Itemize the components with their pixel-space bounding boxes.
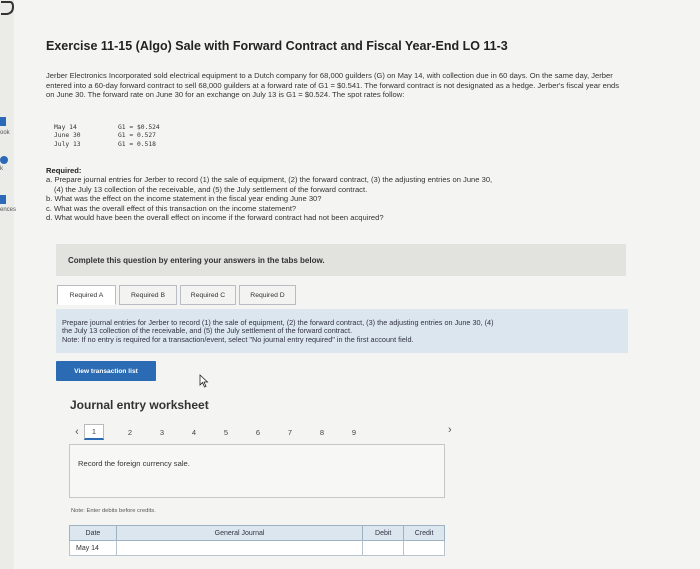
undo-arrow-icon[interactable] [0, 0, 14, 16]
record-instruction: Record the foreign currency sale. [78, 459, 190, 468]
page-title: Exercise 11-15 (Algo) Sale with Forward … [46, 39, 508, 53]
spot-rates-table: May 14 G1 = $0.524 June 30 G1 = 0.527 Ju… [54, 124, 160, 149]
required-b: b. What was the effect on the income sta… [46, 194, 322, 204]
worksheet-pager: ‹ 1 2 3 4 5 6 7 8 9 [70, 423, 466, 441]
spot-rate-date: June 30 [54, 132, 81, 140]
required-d: d. What would have been the overall effe… [46, 213, 384, 223]
view-transaction-list-button[interactable]: View transaction list [56, 361, 156, 381]
col-general-journal: General Journal [115, 525, 364, 541]
required-a-cont: (4) the July 13 collection of the receiv… [54, 184, 368, 194]
col-debit: Debit [362, 525, 405, 541]
col-credit: Credit [403, 525, 445, 541]
page-7[interactable]: 7 [274, 428, 306, 437]
spot-rate-date: July 13 [54, 140, 81, 148]
page-4[interactable]: 4 [178, 428, 210, 437]
instruction-banner: Complete this question by entering your … [56, 244, 626, 276]
mouse-cursor-icon [199, 374, 209, 388]
required-c: c. What was the overall effect of this t… [46, 203, 297, 213]
credit-input[interactable] [403, 540, 445, 556]
record-instruction-box: Record the foreign currency sale. [69, 444, 445, 498]
required-tabs: Required A Required B Required C Require… [57, 285, 299, 305]
tab-required-b[interactable]: Required B [119, 285, 177, 305]
debit-credit-note: Note: Enter debits before credits. [71, 508, 156, 514]
spot-rate-date: May 14 [54, 124, 77, 131]
tab-instructions: Prepare journal entries for Jerber to re… [56, 309, 628, 353]
required-section: Required: a. Prepare journal entries for… [46, 166, 636, 222]
page-5[interactable]: 5 [210, 428, 242, 437]
table-row: May 14 [69, 540, 445, 556]
journal-table: Date General Journal Debit Credit May 14 [69, 525, 445, 556]
row-date: May 14 [69, 540, 117, 556]
instruction-note: Note: If no entry is required for a tran… [62, 334, 414, 344]
sidebar-marker [0, 195, 6, 204]
sidebar-item-ebook[interactable]: ook [0, 130, 10, 136]
page-6[interactable]: 6 [242, 428, 274, 437]
page-2[interactable]: 2 [114, 428, 146, 437]
page-8[interactable]: 8 [306, 428, 338, 437]
problem-text: Jerber Electronics Incorporated sold ele… [46, 71, 620, 100]
spot-rate-row: May 14 G1 = $0.524 [54, 124, 160, 132]
sidebar-item-references[interactable]: ences [0, 207, 16, 213]
page-1[interactable]: 1 [84, 424, 104, 440]
account-select[interactable] [115, 540, 364, 556]
tab-required-a[interactable]: Required A [57, 285, 116, 305]
spot-rate-value: G1 = $0.524 [118, 124, 160, 131]
sidebar-dot-icon [0, 156, 8, 164]
spot-rate-row: July 13 G1 = 0.518 [54, 141, 160, 149]
debit-input[interactable] [362, 540, 405, 556]
page-9[interactable]: 9 [338, 428, 370, 437]
col-date: Date [69, 525, 117, 541]
tab-required-d[interactable]: Required D [239, 285, 296, 305]
chevron-right-icon[interactable]: › [448, 424, 452, 436]
sidebar-strip: ook k ences [0, 0, 16, 569]
tab-required-c[interactable]: Required C [180, 285, 236, 305]
sidebar-marker [0, 117, 6, 126]
chevron-left-icon[interactable]: ‹ [70, 426, 84, 438]
required-heading: Required: [46, 166, 82, 175]
worksheet-title: Journal entry worksheet [70, 398, 209, 412]
page-3[interactable]: 3 [146, 428, 178, 437]
spot-rate-row: June 30 G1 = 0.527 [54, 132, 160, 140]
spot-rate-value: G1 = 0.518 [118, 140, 156, 148]
spot-rate-value: G1 = 0.527 [118, 132, 156, 140]
sidebar-item-ask[interactable]: k [0, 166, 3, 172]
required-a: a. Prepare journal entries for Jerber to… [46, 175, 493, 185]
